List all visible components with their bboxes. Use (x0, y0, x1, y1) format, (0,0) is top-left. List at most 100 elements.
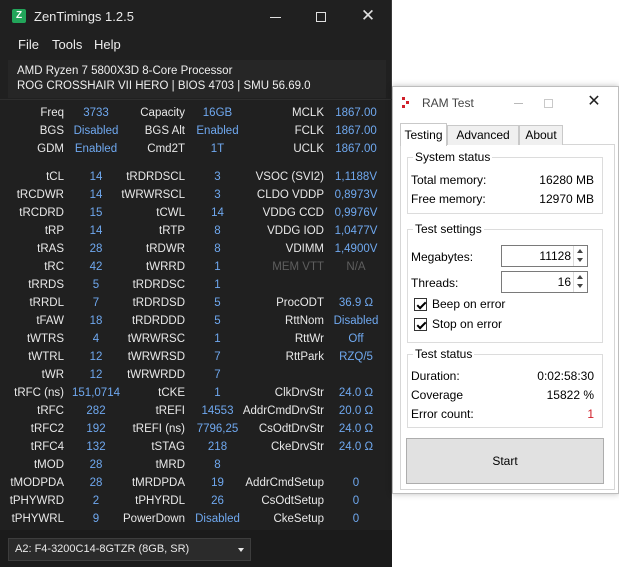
timings-value: 15 (89, 207, 103, 219)
summary-value: 1T (210, 143, 225, 155)
ram-maximize-button[interactable] (533, 87, 563, 117)
timings-value: 218 (207, 441, 228, 453)
summary-value: Enabled (196, 125, 239, 137)
zen-minimize-button[interactable] (252, 0, 298, 32)
timings-label: AddrCmdSetup (245, 477, 324, 489)
timings-value: 19 (211, 477, 224, 489)
beep-on-error-checkbox[interactable] (414, 298, 427, 311)
timings-label: tRCDWR (16, 189, 64, 201)
coverage-value: 15822 % (546, 388, 594, 402)
timings-label: tRFC4 (30, 441, 64, 453)
timings-label: tRC (44, 261, 64, 273)
timings-value: 192 (86, 423, 106, 435)
system-status-title: System status (413, 150, 493, 164)
start-button[interactable]: Start (406, 438, 604, 484)
zen-title-bar[interactable]: Z ZenTimings 1.2.5 ✕ (0, 0, 392, 32)
timings-value: 3 (214, 171, 221, 183)
timings-value: 7 (92, 297, 100, 309)
timings-label: VSOC (SVI2) (255, 171, 324, 183)
timings-value: 24.0 Ω (338, 387, 374, 399)
ram-close-button[interactable]: ✕ (579, 87, 609, 117)
system-info-panel: AMD Ryzen 7 5800X3D 8-Core Processor ROG… (8, 60, 386, 98)
tab-about[interactable]: About (519, 125, 563, 145)
ram-minimize-button[interactable] (503, 87, 533, 117)
timings-value: 132 (86, 441, 106, 453)
ramtest-logo-icon (402, 97, 412, 108)
threads-label: Threads: (411, 276, 459, 290)
megabytes-spin-arrows[interactable] (573, 246, 587, 266)
summary-value: 16GB (202, 107, 233, 119)
arrow-up-icon (577, 249, 583, 253)
timings-label: tRDRDDD (131, 315, 185, 327)
timings-value: 2 (92, 495, 100, 507)
selected-module: A2: F4-3200C14-8GTZR (8GB, SR) (15, 543, 190, 555)
threads-stepper[interactable]: 16 (501, 271, 588, 293)
timings-value: 14 (211, 207, 224, 219)
timings-value: 14 (89, 189, 103, 201)
timings-label: tWRWRSCL (121, 189, 185, 201)
timings-value: 0 (352, 513, 360, 525)
timings-label: tRFC (ns) (14, 387, 64, 399)
minimize-icon (269, 16, 281, 18)
tab-testing[interactable]: Testing (400, 123, 447, 146)
stop-on-error-checkbox[interactable] (414, 318, 427, 331)
timings-label: ClkDrvStr (274, 387, 324, 399)
timings-value: 5 (214, 297, 221, 309)
timings-value: 7 (214, 351, 221, 363)
zen-maximize-button[interactable] (298, 0, 344, 32)
timings-value: 0 (352, 477, 360, 489)
test-status-group: Test status Duration: 0:02:58:30 Coverag… (407, 347, 603, 428)
timings-label: tMRDPDA (131, 477, 185, 489)
timings-label: tWRRD (146, 261, 185, 273)
timings-value: 42 (89, 261, 103, 273)
timings-value: 1,1188V (335, 171, 377, 183)
timings-label: tWTRS (26, 333, 64, 345)
megabytes-label: Megabytes: (411, 250, 474, 264)
board-bios-smu: ROG CROSSHAIR VII HERO | BIOS 4703 | SMU… (17, 80, 311, 92)
timings-label: VDIMM (285, 243, 324, 255)
timings-value: 3 (214, 189, 221, 201)
timings-label: RttPark (285, 351, 324, 363)
timings-label: tWRWRSC (127, 333, 185, 345)
free-memory-value: 12970 MB (539, 192, 594, 206)
timings-value: 7796,25 (196, 423, 239, 435)
timings-label: tPHYWRL (11, 513, 64, 525)
timings-value: 24.0 Ω (338, 441, 374, 453)
timings-value: RZQ/5 (339, 351, 373, 363)
summary-label: BGS (39, 125, 64, 137)
ram-title-bar[interactable]: RAM Test ✕ (393, 87, 618, 117)
timings-label: tRP (44, 225, 64, 237)
timings-label: ProcODT (276, 297, 324, 309)
zen-close-button[interactable]: ✕ (345, 0, 391, 32)
timings-value: 36.9 Ω (338, 297, 374, 309)
timings-value: 4 (92, 333, 100, 345)
timings-value: 20.0 Ω (338, 405, 374, 417)
timings-label: MEM VTT (272, 261, 324, 273)
tab-advanced[interactable]: Advanced (447, 125, 519, 145)
timings-value: Disabled (195, 513, 240, 525)
timings-value: 14 (89, 225, 103, 237)
zentimings-window: Z ZenTimings 1.2.5 ✕ File Tools Help AMD… (0, 0, 392, 567)
timings-value: 1 (214, 261, 221, 273)
summary-value: 1867.00 (335, 125, 377, 137)
memory-module-select[interactable]: A2: F4-3200C14-8GTZR (8GB, SR) (8, 538, 251, 561)
timings-label: tMODPDA (10, 477, 64, 489)
timings-label: tMOD (33, 459, 64, 471)
summary-value: Enabled (74, 143, 118, 155)
coverage-label: Coverage (411, 388, 464, 402)
timings-value: 0,8973V (334, 189, 378, 201)
beep-on-error-label[interactable]: Beep on error (432, 297, 505, 311)
menu-help[interactable]: Help (94, 37, 121, 52)
close-icon: ✕ (587, 93, 601, 110)
stop-on-error-label[interactable]: Stop on error (432, 317, 502, 331)
megabytes-stepper[interactable]: 11128 (501, 245, 588, 267)
timings-label: tRDRDSD (132, 297, 185, 309)
menu-file[interactable]: File (18, 37, 39, 52)
timings-value: 5 (92, 279, 100, 291)
summary-label: UCLK (293, 143, 324, 155)
system-status-group: System status Total memory: 16280 MB Fre… (407, 150, 603, 214)
timings-value: 0 (352, 495, 360, 507)
timings-value: 282 (86, 405, 106, 417)
menu-tools[interactable]: Tools (52, 37, 82, 52)
threads-spin-arrows[interactable] (573, 272, 587, 292)
